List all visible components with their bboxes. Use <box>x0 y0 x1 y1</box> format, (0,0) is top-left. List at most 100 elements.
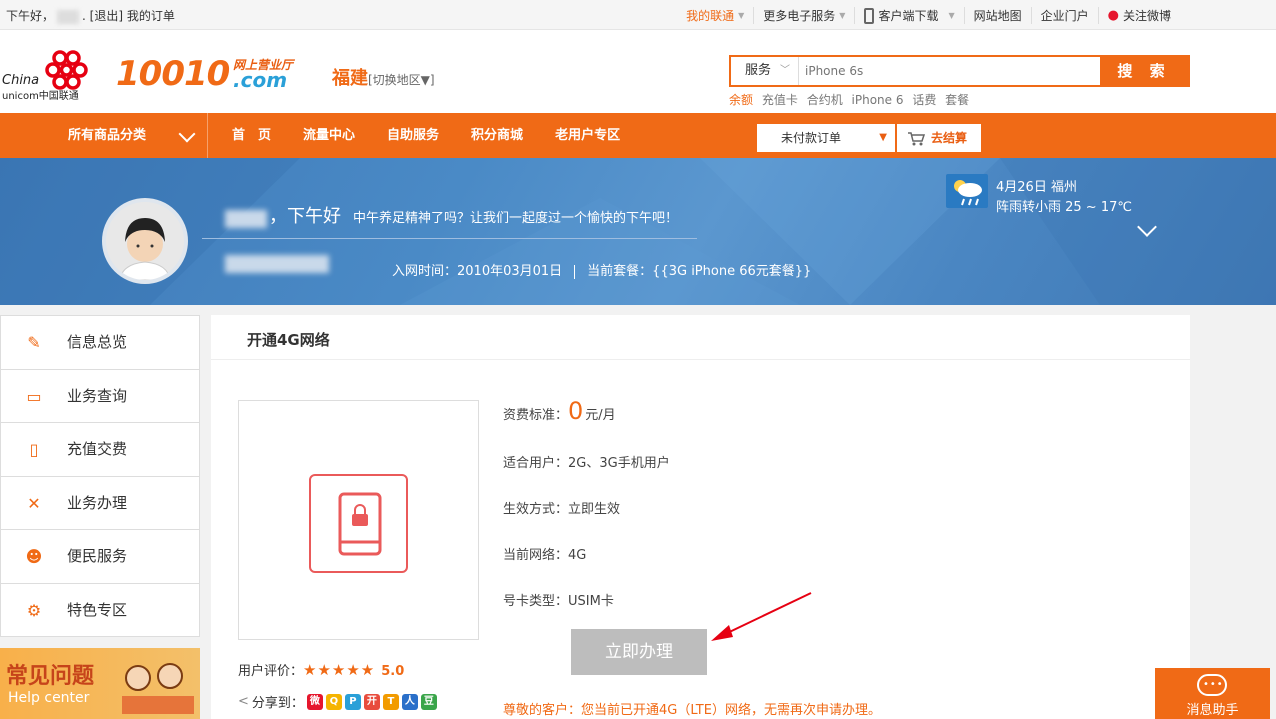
tools-icon: ✕ <box>27 493 41 513</box>
help-characters-illustration <box>122 663 194 714</box>
all-categories-menu[interactable]: 所有商品分类 <box>0 113 208 158</box>
chevron-down-icon: ▼ <box>839 11 846 20</box>
sidebar-item-featured[interactable]: ⚙ 特色专区 <box>1 584 199 638</box>
renren-share-icon[interactable]: 人 <box>401 693 418 710</box>
search-category-select[interactable]: 服务 ﹀ <box>731 57 799 85</box>
user-links: 下午好，. [退出] 我的订单 <box>6 9 175 24</box>
sidebar-item-business[interactable]: ✕ 业务办理 <box>1 477 199 531</box>
enterprise-portal-link[interactable]: 企业门户 <box>1030 7 1098 24</box>
region-selector[interactable]: 福建[切换地区▼] <box>332 64 435 90</box>
mobile-phone-icon <box>864 7 875 24</box>
cart-icon <box>907 129 926 157</box>
caret-down-icon: ▼ <box>879 132 887 143</box>
rating-stars: ★★★★★ <box>303 661 376 679</box>
sidebar-item-overview[interactable]: ✎ 信息总览 <box>1 316 199 370</box>
my-orders-link[interactable]: 我的订单 <box>127 9 175 23</box>
top-bar: 下午好，. [退出] 我的订单 我的联通 ▼ 更多电子服务 ▼ 客户端下载 ▼ 网站地… <box>0 0 1276 30</box>
message-helper-button[interactable]: ••• 消息助手 <box>1155 668 1270 719</box>
apply-now-button[interactable]: 立即办理 <box>571 629 707 675</box>
price-row: 资费标准：0 元/月 <box>503 397 616 425</box>
nav-self-service[interactable]: 自助服务 <box>387 113 439 158</box>
notice-text: 尊敬的客户：您当前已开通4G（LTE）网络，无需再次申请办理。 <box>503 703 881 718</box>
banner-background-pattern <box>0 158 1276 305</box>
phone-pay-icon: ▯ <box>29 440 39 460</box>
logout-link[interactable]: [退出] <box>90 9 123 23</box>
rating-score: 5.0 <box>381 664 405 679</box>
effect-mode-row: 生效方式：立即生效 <box>503 502 621 517</box>
weibo-share-icon[interactable]: 微 <box>306 693 323 710</box>
current-network-row: 当前网络：4G <box>503 548 587 563</box>
gear-icon: ⚙ <box>26 600 42 620</box>
logo-unicom-text: unicom中国联通 <box>2 91 79 102</box>
greeting-text: 下午好， <box>6 9 55 23</box>
nav-data-center[interactable]: 流量中心 <box>303 113 355 158</box>
main-content: 开通4G网络 用户评价：★★★★★ 5.0 < 分享到： 微 Q P 开 T 人 … <box>211 315 1190 719</box>
masked-username <box>57 9 80 24</box>
masked-account-number <box>225 255 329 273</box>
nav-existing-users[interactable]: 老用户专区 <box>555 113 620 158</box>
weibo-follow-link[interactable]: ● 关注微博 <box>1097 7 1180 24</box>
weibo-icon: ● <box>1107 8 1119 23</box>
help-center-banner[interactable]: 常见问题 Help center <box>0 648 200 719</box>
top-nav: 我的联通 ▼ 更多电子服务 ▼ 客户端下载 ▼ 网站地图 企业门户 ● 关注微博 <box>677 7 1180 24</box>
qzone-share-icon[interactable]: Q <box>325 693 342 710</box>
tianya-share-icon[interactable]: T <box>382 693 399 710</box>
sidebar-item-recharge[interactable]: ▯ 充值交费 <box>1 423 199 477</box>
chevron-down-icon: ▼ <box>948 11 955 20</box>
price-value: 0 <box>568 397 584 425</box>
more-services-link[interactable]: 更多电子服务 ▼ <box>753 7 854 24</box>
checkout-button[interactable]: 去结算 <box>897 124 981 152</box>
suitable-users-row: 适合用户：2G、3G手机用户 <box>503 456 670 471</box>
avatar[interactable] <box>102 198 188 284</box>
sidebar-item-convenience[interactable]: ☻ 便民服务 <box>1 530 199 584</box>
current-plan: 当前套餐：{{3G iPhone 66元套餐}} <box>587 264 812 279</box>
hot-word-link[interactable]: 话费 <box>912 93 936 107</box>
sidebar-item-query[interactable]: ▭ 业务查询 <box>1 370 199 424</box>
hot-word-link[interactable]: 余额 <box>729 93 753 107</box>
hot-word-link[interactable]: 充值卡 <box>762 93 798 107</box>
logo-10010: 10010 <box>116 54 230 94</box>
chevron-down-icon: ﹀ <box>780 65 790 76</box>
search-button[interactable]: 搜 索 <box>1100 57 1188 85</box>
china-unicom-logo[interactable]: China unicom中国联通 <box>0 44 110 104</box>
weather-date-city: 4月26日 福州 <box>996 180 1077 195</box>
logo-china-text: China <box>2 73 40 88</box>
chat-bubble-icon: ••• <box>1197 674 1227 696</box>
logo-com: .com <box>233 68 288 92</box>
rain-cloud-icon <box>946 174 988 208</box>
user-banner: ，下午好 中午养足精神了吗？让我们一起度过一个愉快的下午吧！ 入网时间：2010年… <box>0 158 1276 305</box>
sitemap-link[interactable]: 网站地图 <box>963 7 1031 24</box>
arrow-pointer-icon <box>711 592 812 641</box>
card-type-row: 号卡类型：USIM卡 <box>503 594 614 609</box>
account-info: 入网时间：2010年03月01日 当前套餐：{{3G iPhone 66元套餐}} <box>392 260 811 279</box>
switch-region-link[interactable]: [切换地区▼] <box>368 73 435 87</box>
douban-share-icon[interactable]: 豆 <box>420 693 437 710</box>
people-icon: ☻ <box>25 547 43 567</box>
sidebar-menu: ✎ 信息总览 ▭ 业务查询 ▯ 充值交费 ✕ 业务办理 ☻ 便民服务 ⚙ 特色专区 <box>0 315 200 637</box>
hot-word-link[interactable]: 套餐 <box>945 93 969 107</box>
product-image <box>238 400 479 640</box>
page-title: 开通4G网络 <box>247 331 330 349</box>
client-download-link[interactable]: 客户端下载 ▼ <box>854 7 963 24</box>
hot-word-link[interactable]: 合约机 <box>807 93 843 107</box>
chevron-down-icon <box>178 125 196 143</box>
share-bar: < 分享到： 微 Q P 开 T 人 豆 <box>238 692 437 711</box>
main-nav: 所有商品分类 首 页 流量中心 自助服务 积分商城 老用户专区 未付款订单 ▼ 去… <box>0 113 1276 158</box>
my-unicom-link[interactable]: 我的联通 ▼ <box>677 7 753 24</box>
nav-home[interactable]: 首 页 <box>232 113 271 158</box>
site-header: China unicom中国联通 10010 网上营业厅 .com 福建[切换地… <box>0 30 1276 113</box>
tqq-share-icon[interactable]: P <box>344 693 361 710</box>
kaixin-share-icon[interactable]: 开 <box>363 693 380 710</box>
search-input[interactable] <box>799 57 1101 85</box>
nav-points-mall[interactable]: 积分商城 <box>471 113 523 158</box>
chevron-down-icon: ▼ <box>738 11 745 20</box>
overview-icon: ✎ <box>27 333 41 352</box>
share-icon: < <box>238 694 249 709</box>
divider <box>202 238 697 239</box>
query-icon: ▭ <box>26 386 42 406</box>
hot-word-link[interactable]: iPhone 6 <box>852 93 904 107</box>
nav-links: 首 页 流量中心 自助服务 积分商城 老用户专区 <box>232 113 652 158</box>
unpaid-orders-dropdown[interactable]: 未付款订单 ▼ <box>757 124 895 152</box>
search-box: 服务﹀ 搜 索 <box>729 55 1190 87</box>
greeting-message: 中午养足精神了吗？让我们一起度过一个愉快的下午吧！ <box>353 211 679 226</box>
